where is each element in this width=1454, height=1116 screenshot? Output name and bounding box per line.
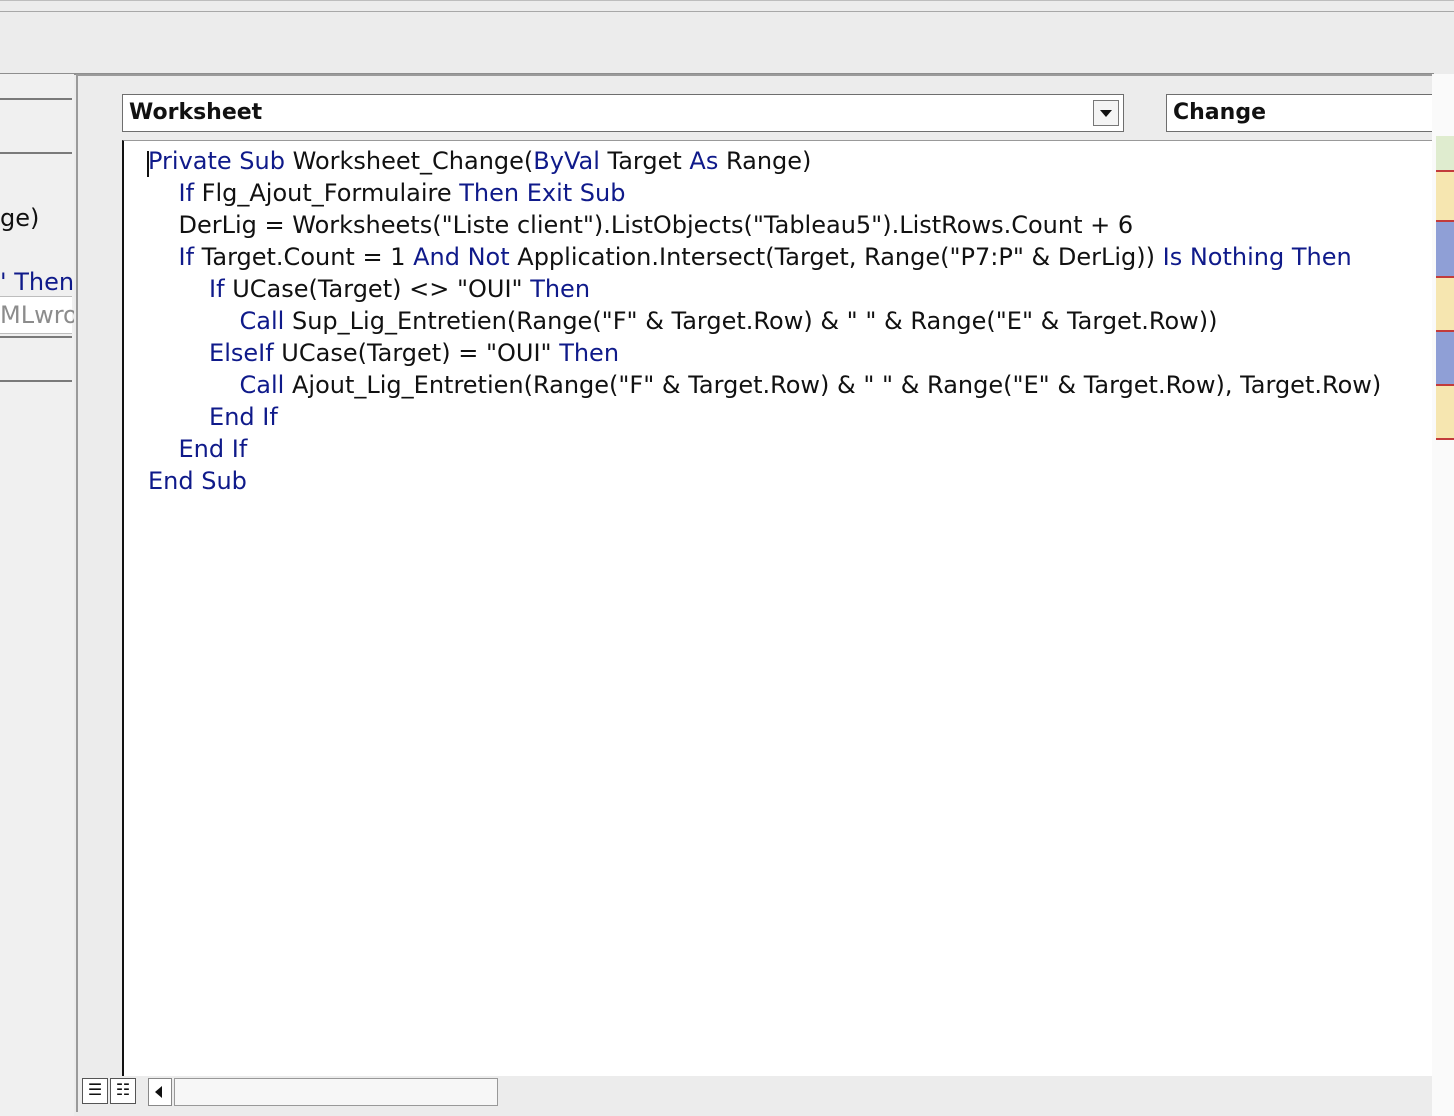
left-pane-partial-window: ge) ' Then MLwrol — [0, 74, 74, 1116]
code-text: Range) — [718, 147, 812, 175]
sheet-cell — [1436, 278, 1454, 330]
procedure-view-icon[interactable]: ☰ — [82, 1078, 108, 1104]
object-combobox-value: Worksheet — [129, 100, 263, 125]
code-keyword: If — [178, 243, 195, 271]
object-combobox[interactable]: Worksheet — [122, 94, 1124, 132]
code-keyword: If — [209, 275, 225, 303]
full-module-view-icon[interactable]: ☷ — [110, 1078, 136, 1104]
procedure-combobox[interactable]: Change — [1166, 94, 1436, 132]
code-line[interactable]: Call Sup_Lig_Entretien(Range("F" & Targe… — [148, 305, 1381, 337]
code-keyword: ByVal — [533, 147, 600, 175]
code-keyword: Then — [559, 339, 620, 367]
code-text: Target — [599, 147, 690, 175]
code-text: UCase(Target) <> "OUI" — [224, 275, 531, 303]
code-line[interactable]: ElseIf UCase(Target) = "OUI" Then — [148, 337, 1381, 369]
code-keyword: As — [689, 147, 719, 175]
code-line[interactable]: Call Ajout_Lig_Entretien(Range("F" & Tar… — [148, 369, 1382, 401]
code-line[interactable]: End If — [148, 433, 1381, 465]
left-pane-divider — [0, 98, 72, 100]
code-keyword: Call — [239, 371, 285, 399]
code-line[interactable]: DerLig = Worksheets("Liste client").List… — [148, 209, 1381, 241]
code-text: Application.Intersect(Target, Range("P7:… — [509, 243, 1163, 271]
code-text: Ajout_Lig_Entretien(Range("F" & Target.R… — [284, 371, 1382, 399]
code-text: UCase(Target) = "OUI" — [273, 339, 560, 367]
code-keyword: Is Nothing Then — [1162, 243, 1352, 271]
code-keyword: If — [178, 179, 195, 207]
arrow-left-icon[interactable] — [148, 1078, 172, 1106]
procedure-combobox-value: Change — [1173, 100, 1266, 125]
sheet-cell — [1436, 332, 1454, 384]
left-pane-divider — [0, 380, 72, 382]
sheet-row-border — [1436, 438, 1454, 440]
code-editor[interactable]: Private Sub Worksheet_Change(ByVal Targe… — [122, 140, 1436, 1077]
left-pane-divider — [0, 152, 72, 154]
toolbar-area — [0, 0, 1454, 75]
left-pane-field[interactable]: MLwrol — [0, 296, 74, 334]
chevron-down-icon[interactable] — [1093, 100, 1119, 126]
horizontal-scrollbar-thumb[interactable] — [174, 1078, 498, 1106]
code-line[interactable]: If UCase(Target) <> "OUI" Then — [148, 273, 1381, 305]
code-keyword: Private Sub — [148, 147, 285, 175]
code-text: Worksheet_Change( — [284, 147, 534, 175]
code-window: Worksheet Change Private Sub Worksheet_C… — [76, 74, 1436, 1112]
code-line[interactable]: End Sub — [148, 465, 1381, 497]
left-pane-divider — [0, 336, 72, 338]
code-keyword: End If — [209, 403, 278, 431]
sheet-cell — [1436, 172, 1454, 220]
code-line[interactable]: If Target.Count = 1 And Not Application.… — [148, 241, 1381, 273]
worksheet-peek-strip — [1432, 74, 1454, 1116]
editor-bottom-bar: ☰ ☷ — [78, 1076, 1434, 1110]
code-keyword: Then — [530, 275, 591, 303]
code-line[interactable]: Private Sub Worksheet_Change(ByVal Targe… — [148, 145, 1381, 177]
code-keyword: Then Exit Sub — [459, 179, 626, 207]
code-keyword: Call — [239, 307, 285, 335]
code-lines: Private Sub Worksheet_Change(ByVal Targe… — [148, 145, 1381, 497]
code-keyword: End If — [178, 435, 248, 463]
sheet-cell — [1436, 386, 1454, 438]
code-keyword: ElseIf — [209, 339, 274, 367]
code-text: DerLig = Worksheets("Liste client").List… — [148, 211, 1134, 239]
left-pane-field-text: MLwrol — [0, 301, 74, 329]
code-text: Target.Count = 1 — [194, 243, 414, 271]
code-keyword: And Not — [413, 243, 510, 271]
sheet-cell — [1436, 222, 1454, 276]
code-line[interactable]: End If — [148, 401, 1381, 433]
left-pane-keyword-fragment: ' Then — [0, 268, 74, 296]
left-pane-text-fragment: ge) — [0, 204, 40, 232]
sheet-cell — [1436, 136, 1454, 170]
code-line[interactable]: If Flg_Ajout_Formulaire Then Exit Sub — [148, 177, 1381, 209]
code-text: Flg_Ajout_Formulaire — [194, 179, 460, 207]
code-text: Sup_Lig_Entretien(Range("F" & Target.Row… — [284, 307, 1218, 335]
code-keyword: End Sub — [148, 467, 247, 495]
toolbar-divider — [0, 11, 1454, 12]
